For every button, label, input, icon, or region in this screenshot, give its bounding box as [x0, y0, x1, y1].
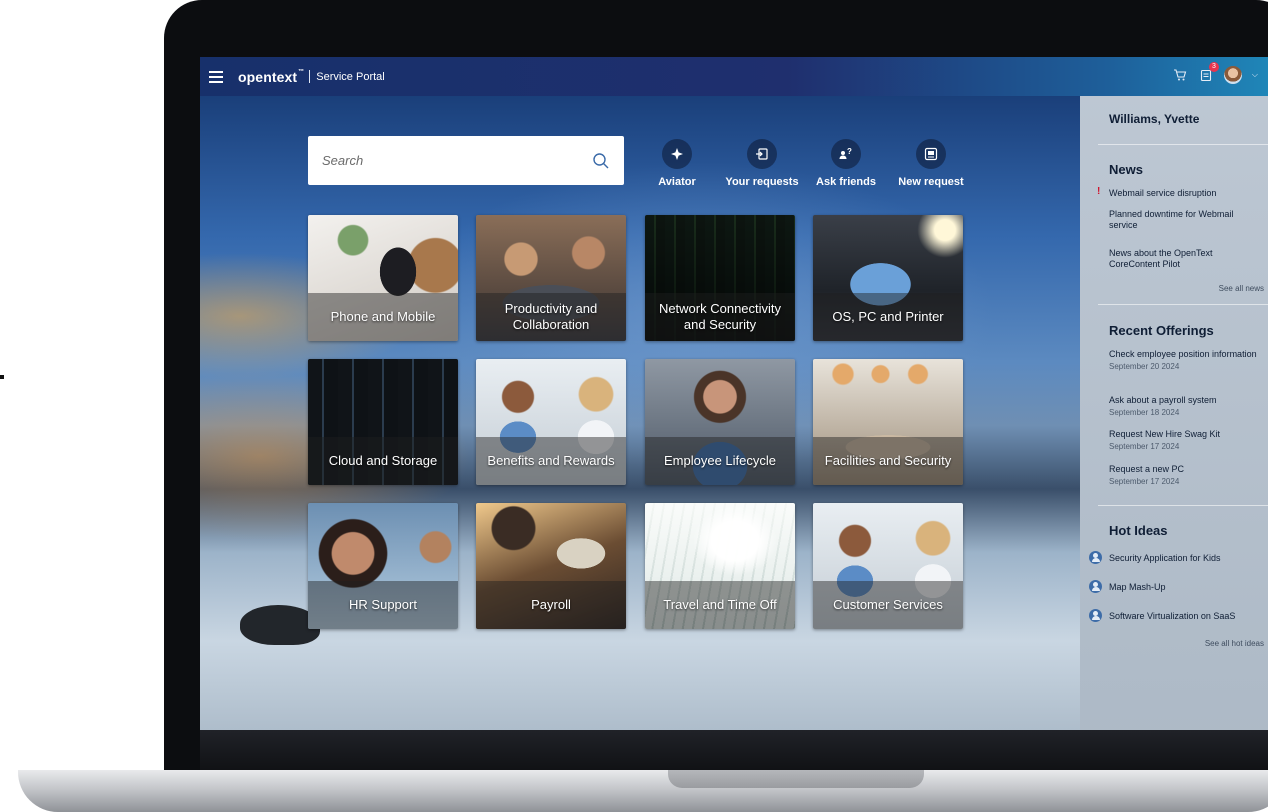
offering-date: September 17 2024: [1109, 477, 1180, 486]
news-item[interactable]: Planned downtime for Webmail service: [1109, 209, 1259, 231]
top-bar-actions: 3 ⌵: [1172, 62, 1258, 84]
screen: opentext™ Service Portal 3 ⌵ Aviator: [200, 57, 1268, 730]
tile-label: Travel and Time Off: [663, 597, 777, 612]
tile-label: Cloud and Storage: [328, 453, 438, 468]
chevron-down-icon[interactable]: ⌵: [1252, 70, 1258, 80]
search-box: [308, 136, 624, 185]
menu-icon[interactable]: [209, 70, 223, 83]
tile-customer-services[interactable]: Customer Services: [813, 503, 963, 629]
quick-action-label: Ask friends: [816, 176, 876, 188]
quick-action-new-request[interactable]: New request: [888, 139, 974, 188]
cart-icon[interactable]: [1172, 67, 1188, 83]
see-all-hot-ideas-link[interactable]: See all hot ideas: [1205, 639, 1264, 648]
offering-item[interactable]: Request a new PC September 17 2024: [1109, 464, 1259, 487]
tile-label: Employee Lifecycle: [664, 453, 776, 468]
tile-benefits-and-rewards[interactable]: Benefits and Rewards: [476, 359, 626, 485]
offering-title: Request New Hire Swag Kit: [1109, 429, 1221, 439]
news-heading: News: [1109, 162, 1143, 177]
quick-action-label: Your requests: [725, 176, 799, 188]
tile-label: Network Connectivity and Security: [658, 301, 782, 332]
portal-name: Service Portal: [316, 70, 385, 83]
top-bar: opentext™ Service Portal 3 ⌵: [200, 57, 1268, 96]
brand-divider: [309, 70, 311, 83]
tile-employee-lifecycle[interactable]: Employee Lifecycle: [645, 359, 795, 485]
new-request-icon: [916, 139, 946, 169]
tile-hr-support[interactable]: HR Support: [308, 503, 458, 629]
hot-idea-item[interactable]: Security Application for Kids: [1109, 553, 1259, 564]
hot-idea-item[interactable]: Software Virtualization on SaaS: [1109, 611, 1259, 622]
quick-action-aviator[interactable]: Aviator: [634, 139, 720, 188]
news-item[interactable]: Webmail service disruption: [1109, 188, 1259, 199]
offering-title: Check employee position information: [1109, 349, 1257, 359]
divider: [1098, 505, 1268, 506]
quick-action-label: New request: [898, 176, 964, 188]
hot-ideas-heading: Hot Ideas: [1109, 523, 1168, 538]
tile-productivity-and-collaboration[interactable]: Productivity and Collaboration: [476, 215, 626, 341]
laptop-notch: [668, 770, 924, 788]
requests-clipboard-icon[interactable]: 3: [1198, 62, 1219, 83]
offering-date: September 18 2024: [1109, 408, 1180, 417]
divider: [1098, 144, 1268, 145]
tile-cloud-and-storage[interactable]: Cloud and Storage: [308, 359, 458, 485]
ask-friends-icon: ?: [831, 139, 861, 169]
brand-trademark: ™: [298, 68, 305, 75]
hot-idea-item[interactable]: Map Mash-Up: [1109, 582, 1259, 593]
quick-action-label: Aviator: [658, 176, 696, 188]
user-avatar[interactable]: [1223, 66, 1242, 84]
recent-offerings-heading: Recent Offerings: [1109, 323, 1214, 338]
offering-title: Ask about a payroll system: [1109, 395, 1217, 405]
tile-label: Productivity and Collaboration: [504, 301, 598, 332]
laptop-base: [18, 770, 1268, 812]
offering-item[interactable]: Check employee position information Sept…: [1109, 349, 1259, 372]
tile-phone-and-mobile[interactable]: Phone and Mobile: [308, 215, 458, 341]
tile-label: Benefits and Rewards: [487, 453, 615, 468]
divider: [1098, 304, 1268, 305]
tile-label: Phone and Mobile: [330, 309, 436, 324]
offering-item[interactable]: Ask about a payroll system September 18 …: [1109, 395, 1259, 418]
idea-user-icon: [1089, 580, 1102, 593]
user-name[interactable]: Williams, Yvette: [1109, 112, 1199, 126]
laptop-chin: [200, 730, 1268, 772]
tile-os-pc-and-printer[interactable]: OS, PC and Printer: [813, 215, 963, 341]
offering-date: September 17 2024: [1109, 442, 1180, 451]
requests-icon: [747, 139, 777, 169]
offering-item[interactable]: Request New Hire Swag Kit September 17 2…: [1109, 429, 1259, 452]
tile-label: Payroll: [531, 597, 571, 612]
requests-badge: 3: [1208, 62, 1219, 72]
stray-dot: [0, 375, 4, 379]
quick-action-ask-friends[interactable]: ? Ask friends: [803, 139, 889, 188]
tile-travel-and-time-off[interactable]: Travel and Time Off: [645, 503, 795, 629]
idea-user-icon: [1089, 551, 1102, 564]
tile-payroll[interactable]: Payroll: [476, 503, 626, 629]
tile-label: Facilities and Security: [824, 453, 952, 468]
news-item[interactable]: News about the OpenText CoreContent Pilo…: [1109, 248, 1259, 270]
search-icon[interactable]: [592, 152, 610, 170]
quick-action-your-requests[interactable]: Your requests: [719, 139, 805, 188]
alert-icon: !: [1097, 186, 1101, 197]
svg-text:?: ?: [847, 147, 852, 156]
tile-network-connectivity-and-security[interactable]: Network Connectivity and Security: [645, 215, 795, 341]
search-input[interactable]: [308, 136, 592, 185]
offering-title: Request a new PC: [1109, 464, 1185, 474]
see-all-news-link[interactable]: See all news: [1219, 284, 1264, 293]
tile-label: HR Support: [349, 597, 417, 612]
side-panel: Williams, Yvette News ! Webmail service …: [1080, 96, 1268, 730]
offering-date: September 20 2024: [1109, 362, 1180, 371]
tile-label: OS, PC and Printer: [832, 309, 944, 324]
brand-logo[interactable]: opentext™: [238, 69, 304, 85]
tile-facilities-and-security[interactable]: Facilities and Security: [813, 359, 963, 485]
tile-label: Customer Services: [833, 597, 943, 612]
idea-user-icon: [1089, 609, 1102, 622]
aviator-icon: [662, 139, 692, 169]
